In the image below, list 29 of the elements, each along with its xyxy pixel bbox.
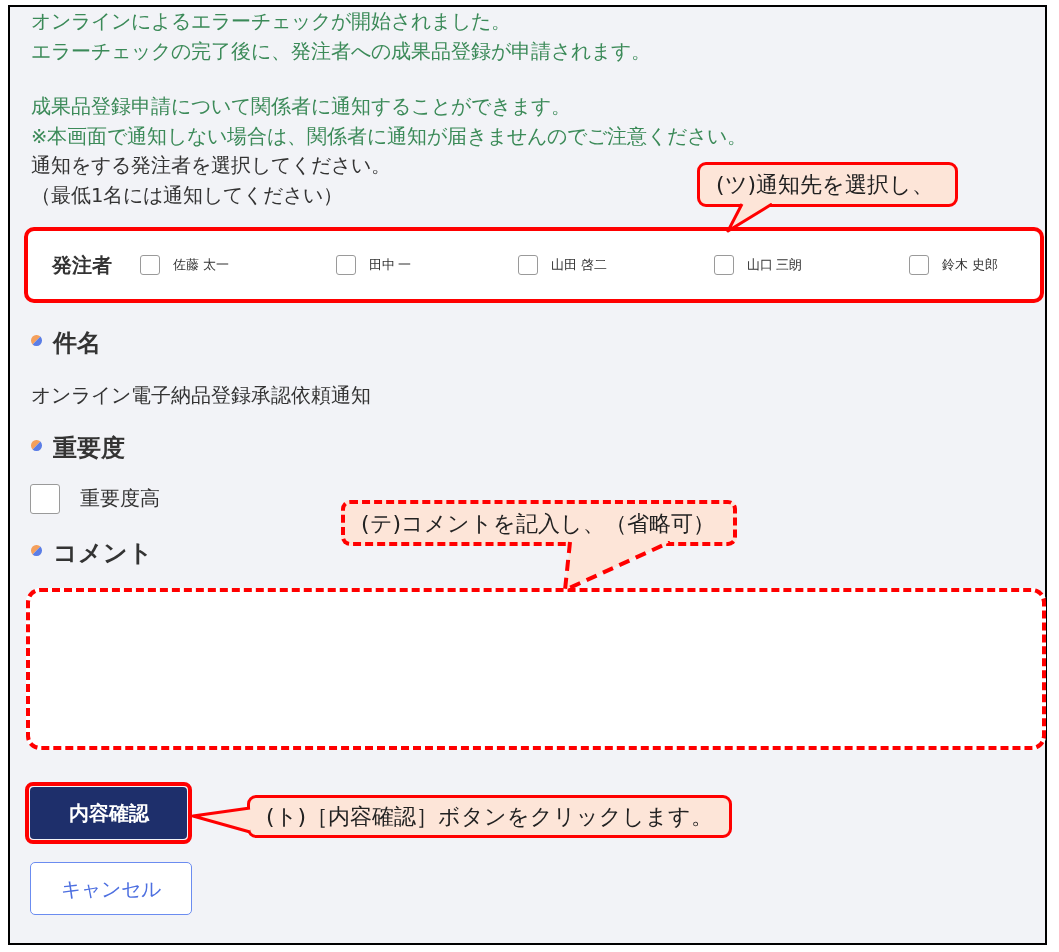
instruction-text: 通知をする発注者を選択してください。	[31, 153, 391, 179]
recipient-name: 佐藤 太一	[173, 255, 229, 274]
cancel-button[interactable]: キャンセル	[30, 862, 192, 915]
notice-text: エラーチェックの完了後に、発注者への成果品登録が申請されます。	[31, 38, 651, 65]
instruction-text: （最低1名には通知してください）	[31, 182, 344, 209]
checkbox-label: 重要度高	[80, 486, 160, 513]
notice-text: オンラインによるエラーチェックが開始されました。	[31, 9, 511, 35]
section-dot-icon	[31, 545, 42, 556]
checkbox[interactable]	[713, 255, 734, 275]
checkbox[interactable]	[518, 255, 538, 275]
checkbox[interactable]	[140, 255, 160, 275]
notice-text: ※本画面で通知しない場合は、関係者に通知が届きませんのでご注意ください。	[31, 123, 748, 150]
recipient-name: 田中 一	[368, 255, 412, 274]
section-dot-icon	[31, 335, 42, 346]
subject-text: オンライン電子納品登録承認依頼通知	[31, 383, 371, 409]
recipient-name: 山田 啓二	[551, 255, 607, 274]
section-heading: 件名	[53, 328, 101, 358]
checkbox[interactable]	[30, 484, 60, 514]
section-heading: 重要度	[53, 433, 125, 463]
recipient-name: 山口 三朗	[746, 255, 803, 274]
section-heading: コメント	[53, 538, 153, 568]
comment-field[interactable]	[26, 588, 1046, 750]
recipient-group-label: 発注者	[52, 252, 112, 279]
notice-text: 成果品登録申請について関係者に通知することができます。	[31, 94, 571, 120]
recipient-name: 鈴木 史郎	[942, 255, 998, 274]
confirm-button[interactable]: 内容確認	[30, 787, 187, 839]
checkbox[interactable]	[335, 255, 356, 275]
section-dot-icon	[31, 440, 42, 451]
checkbox[interactable]	[909, 255, 929, 275]
